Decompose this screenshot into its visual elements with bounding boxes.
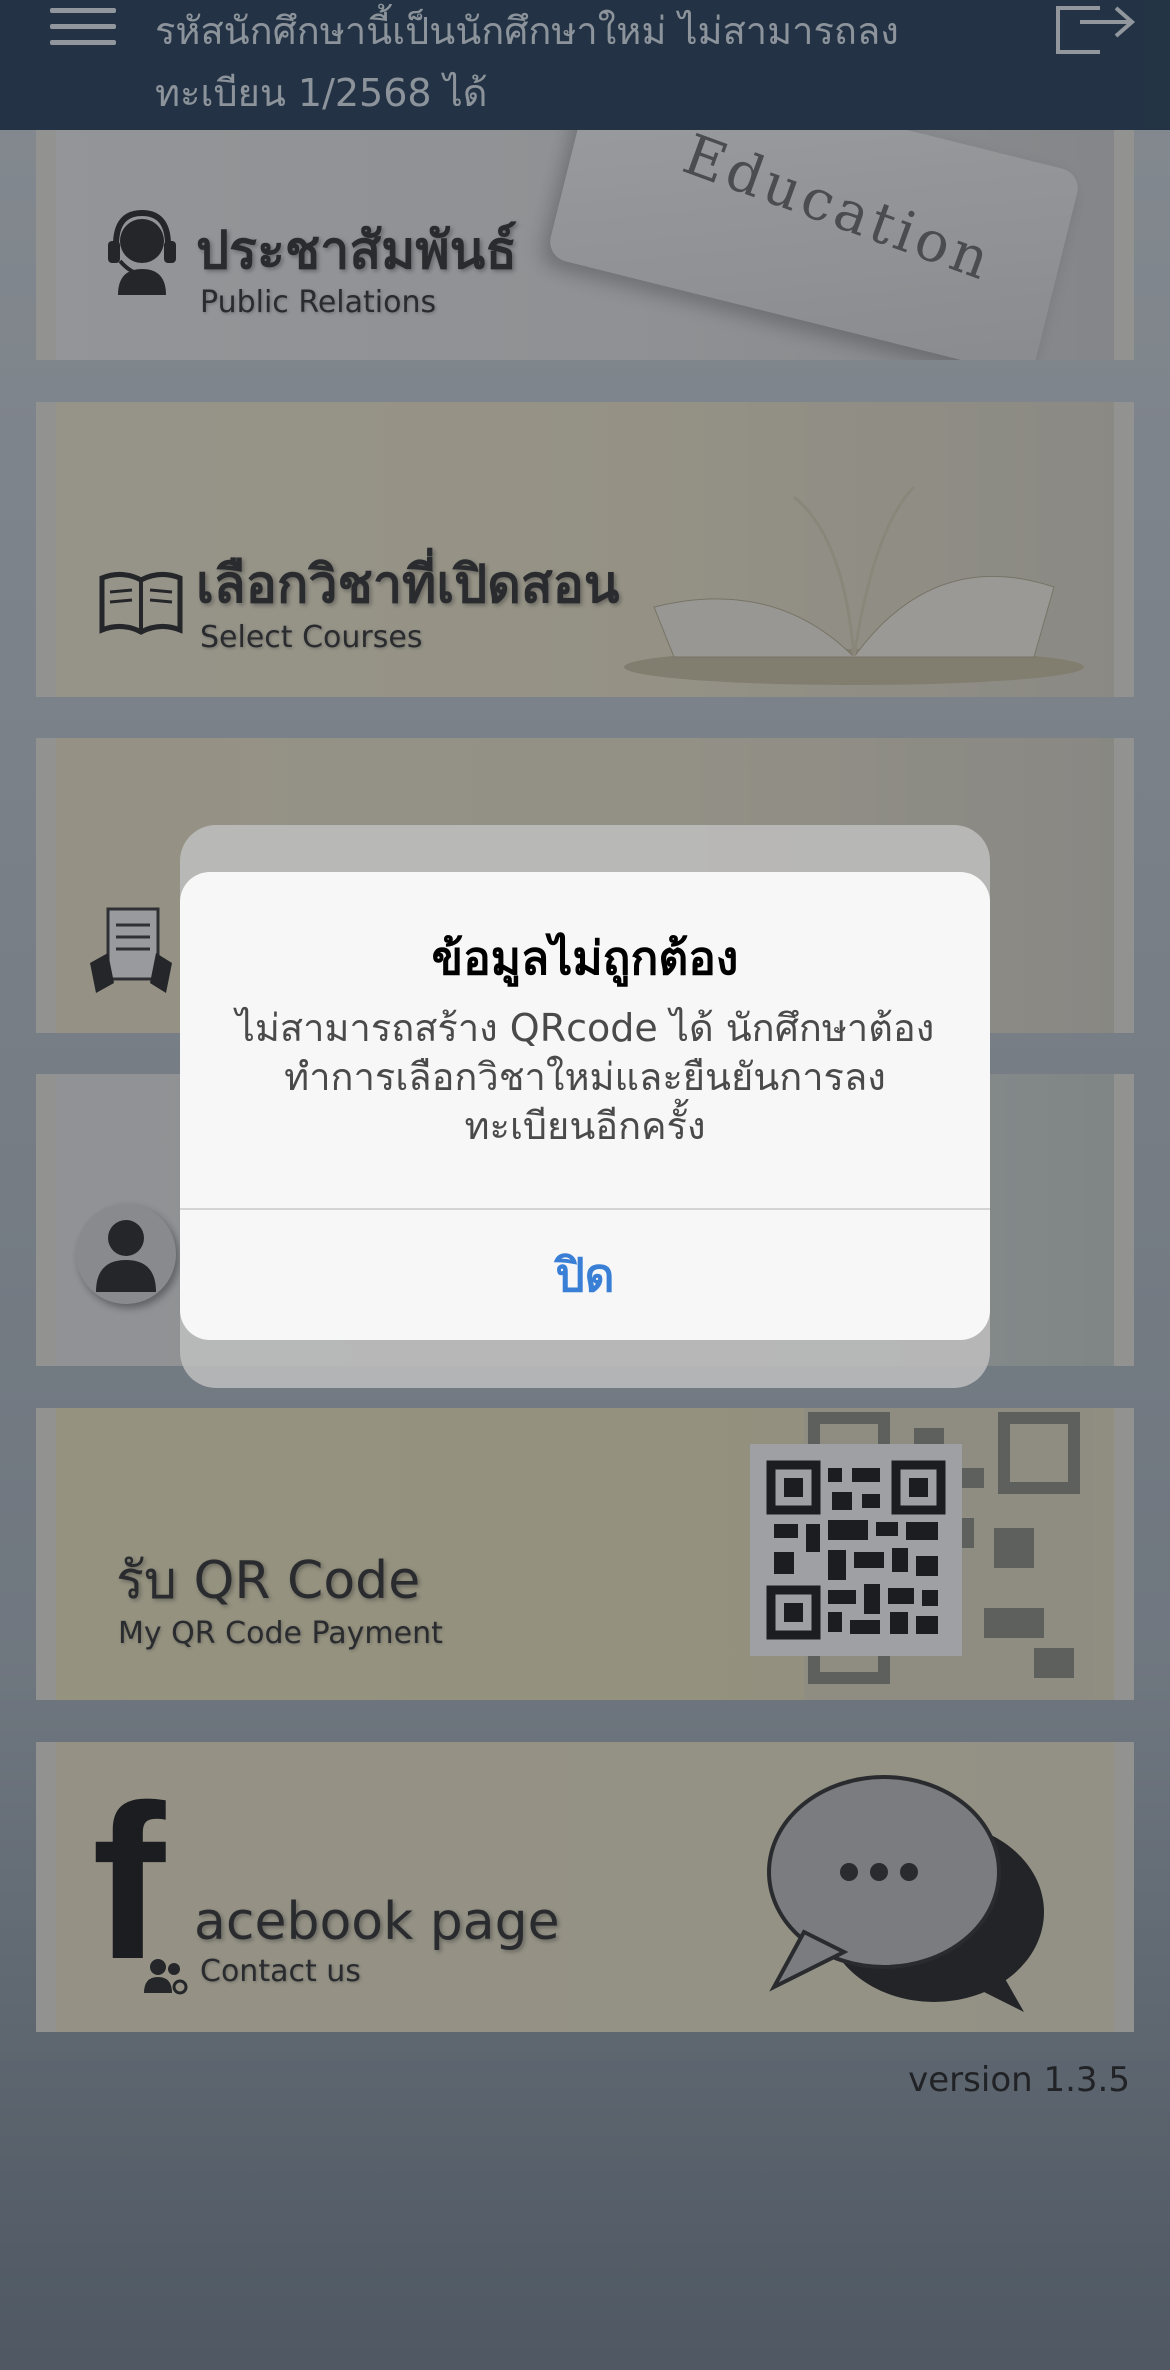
alert-message: ไม่สามารถสร้าง QRcode ได้ นักศึกษาต้องทำ…	[235, 1006, 935, 1148]
close-button[interactable]: ปิด	[180, 1210, 990, 1340]
alert-title: ข้อมูลไม่ถูกต้อง	[431, 931, 739, 985]
alert-dialog: ข้อมูลไม่ถูกต้อง ไม่สามารถสร้าง QRcode ไ…	[180, 872, 990, 1340]
